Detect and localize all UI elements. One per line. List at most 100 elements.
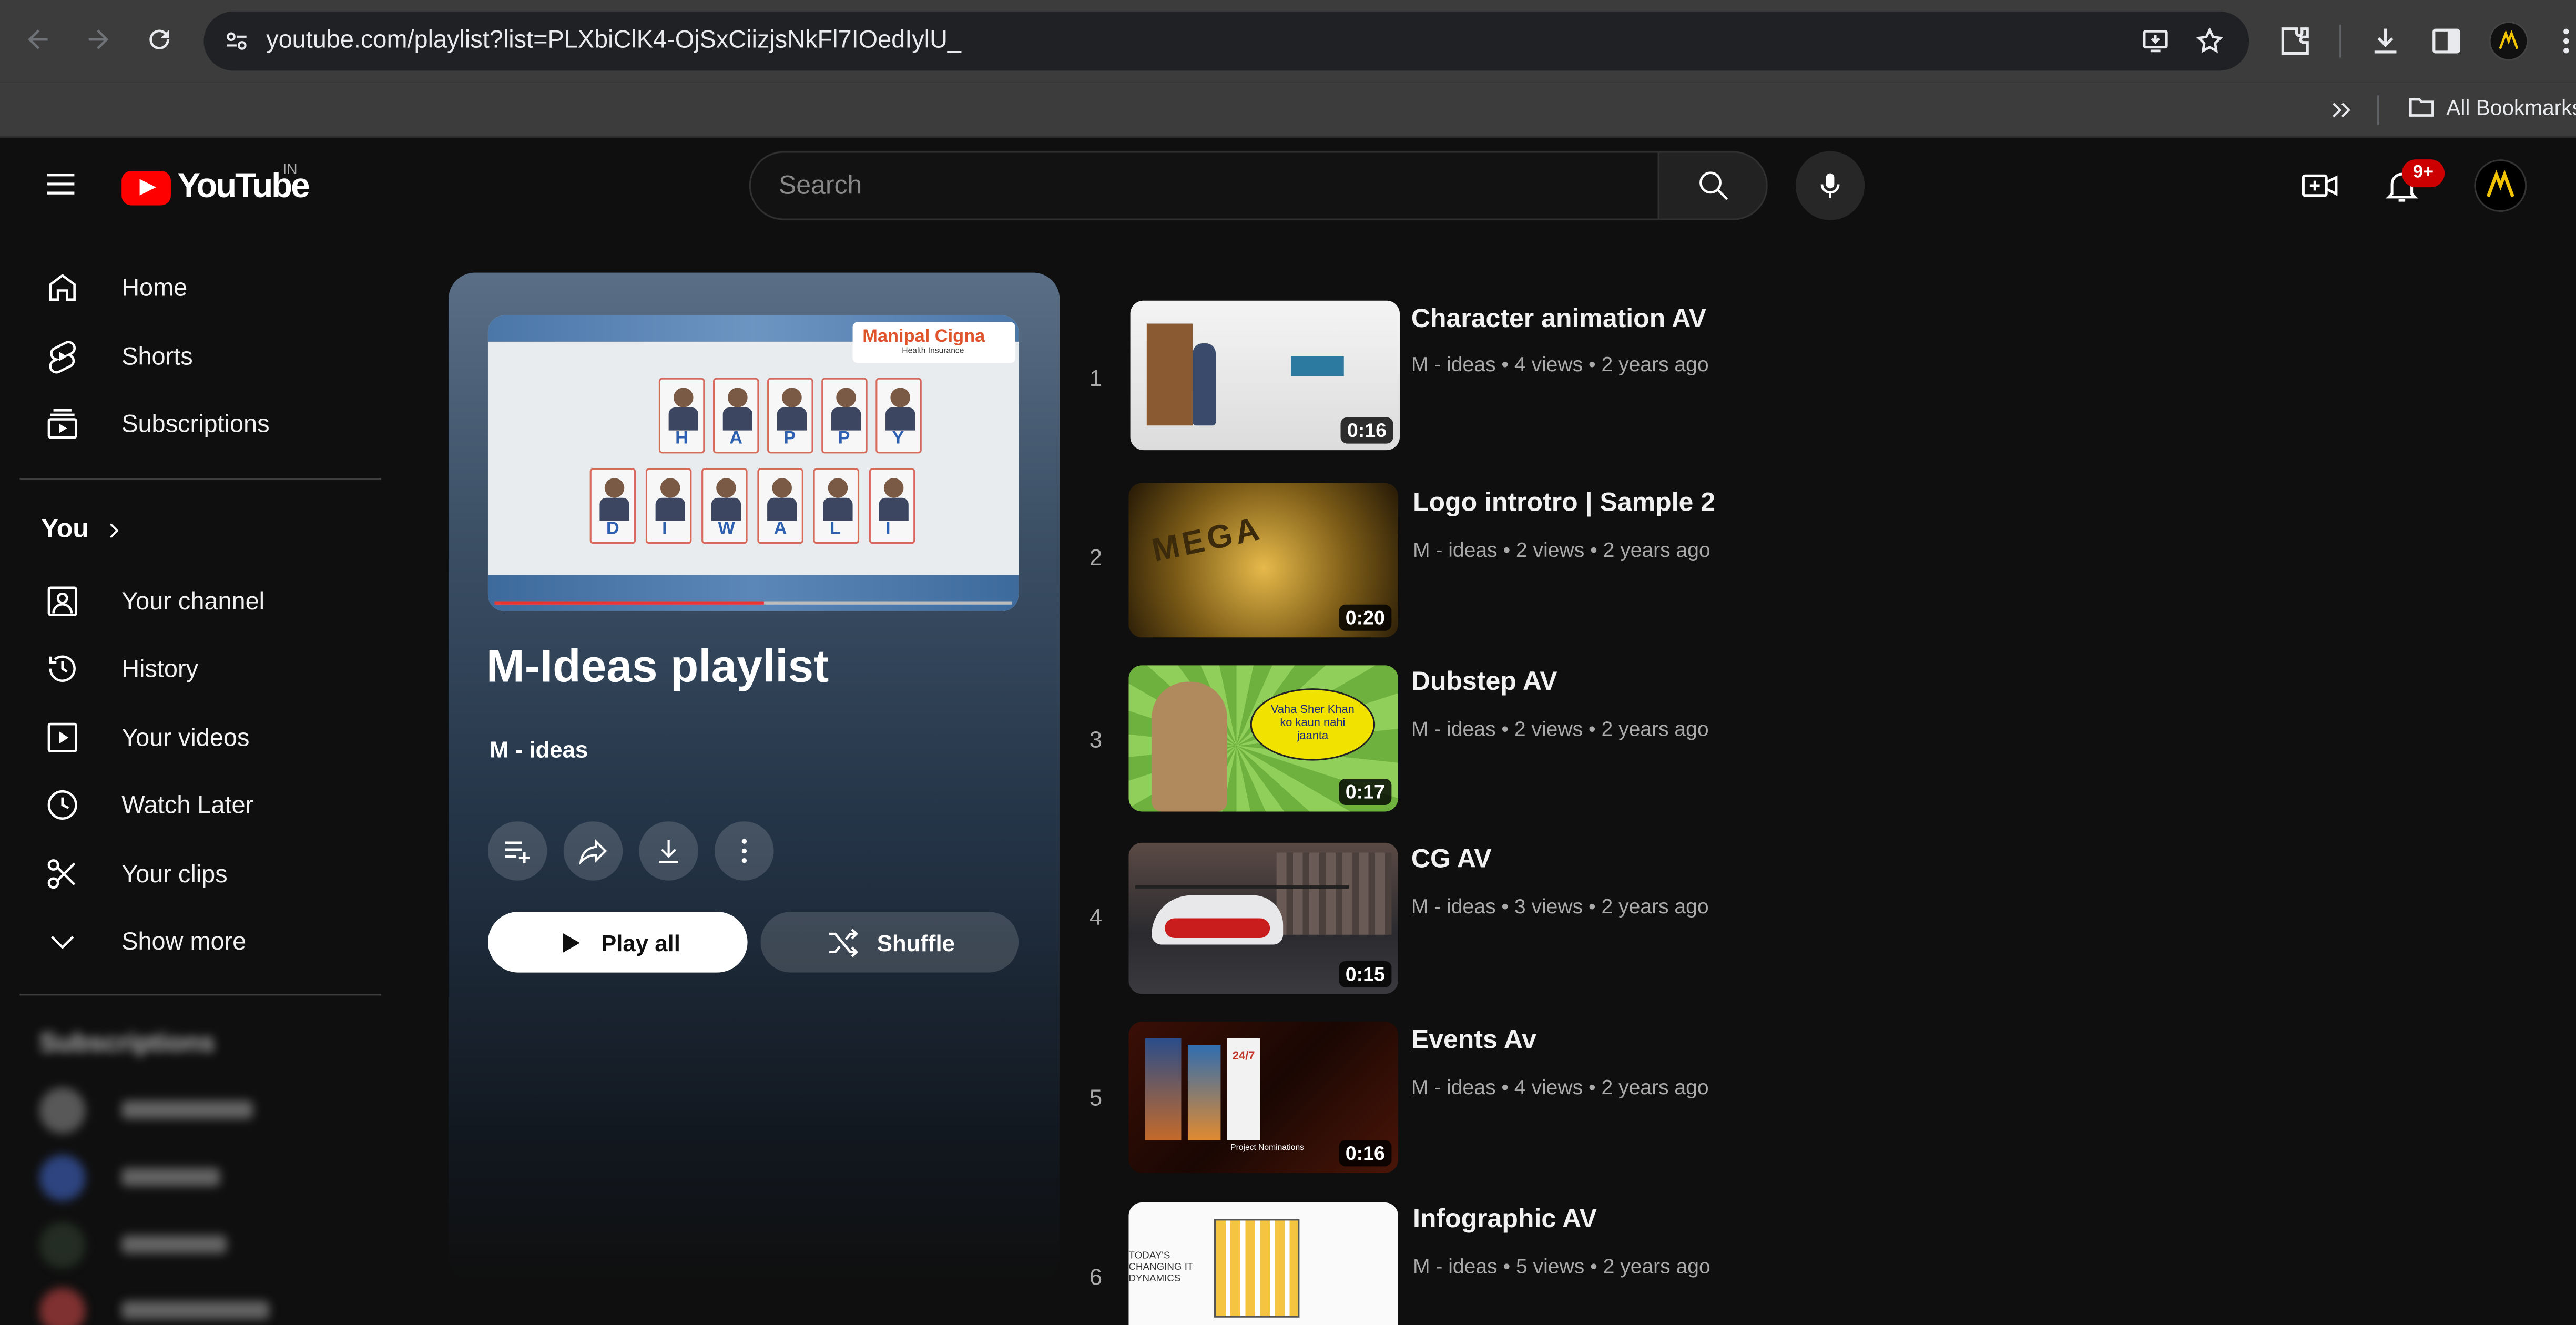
more-actions-button[interactable]	[715, 821, 774, 881]
bookmark-star-icon[interactable]	[2195, 26, 2224, 56]
play-all-button[interactable]: Play all	[487, 912, 748, 973]
create-video-icon[interactable]	[2300, 166, 2339, 206]
sidebar-item-subscriptions[interactable]: Subscriptions	[19, 391, 381, 457]
shuffle-label: Shuffle	[877, 929, 955, 955]
shuffle-button[interactable]: Shuffle	[760, 912, 1019, 973]
save-playlist-button[interactable]	[487, 821, 547, 881]
brand-subtitle: Health Insurance	[902, 346, 964, 356]
side-panel-icon[interactable]	[2430, 25, 2462, 57]
share-icon	[579, 839, 607, 865]
playlist-video-item[interactable]: 1 0:16 Character animation AV M - ideas …	[1076, 300, 2062, 465]
video-title[interactable]: Character animation AV	[1411, 305, 1706, 335]
all-bookmarks-button[interactable]: All Bookmarks	[2407, 92, 2576, 121]
avatar[interactable]	[39, 1288, 86, 1325]
sidebar-item-your-videos[interactable]: Your videos	[19, 705, 381, 770]
back-button[interactable]	[18, 19, 57, 59]
address-bar[interactable]: youtube.com/playlist?list=PLXbiClK4-OjSx…	[203, 11, 2249, 71]
install-app-icon[interactable]	[2141, 26, 2170, 56]
thumb-letter: W	[718, 519, 735, 539]
video-thumbnail[interactable]: Vaha Sher Khan ko kaun nahi jaanta 0:17	[1128, 665, 1398, 812]
region-code: IN	[282, 161, 298, 178]
thumb-bubble-text: Vaha Sher Khan ko kaun nahi jaanta	[1270, 705, 1355, 743]
playlist-video-item[interactable]: 5 24/7 Project Nominations 0:16 Events A…	[1076, 1022, 2062, 1186]
thumb-letter: H	[675, 429, 688, 449]
video-title[interactable]: Infographic AV	[1413, 1206, 1597, 1235]
thumb-letter: P	[838, 429, 850, 449]
downloads-icon[interactable]	[2369, 25, 2401, 57]
video-meta: M - ideas • 4 views • 2 years ago	[1411, 1076, 1709, 1099]
video-channel[interactable]: M - ideas	[1411, 718, 1496, 741]
playlist-owner[interactable]: M - ideas	[490, 736, 588, 762]
reload-icon	[149, 29, 169, 49]
video-index: 1	[1089, 364, 1103, 391]
video-thumbnail[interactable]: TODAY'S CHANGING IT DYNAMICS	[1128, 1202, 1398, 1325]
thumb-letter-tile: L	[813, 468, 860, 544]
thumb-letter-tile: I	[869, 468, 915, 544]
video-title[interactable]: Events Av	[1411, 1027, 1536, 1056]
search-input[interactable]: Search	[749, 151, 1659, 220]
profile-avatar[interactable]	[2489, 21, 2529, 61]
playlist-video-item[interactable]: 3 Vaha Sher Khan ko kaun nahi jaanta 0:1…	[1076, 665, 2062, 829]
thumb-letter: A	[773, 519, 787, 539]
all-bookmarks-label: All Bookmarks	[2446, 94, 2576, 119]
sidebar-item-your-channel[interactable]: Your channel	[19, 568, 381, 634]
avatar[interactable]	[39, 1222, 86, 1269]
video-index: 6	[1089, 1263, 1103, 1290]
account-avatar[interactable]	[2474, 159, 2527, 212]
thumb-letter-tile: W	[701, 468, 748, 544]
sidebar-divider	[19, 478, 381, 480]
sidebar-item-watch-later[interactable]: Watch Later	[19, 772, 381, 838]
playlist-video-item[interactable]: 2 MEGA 0:20 Logo introtro | Sample 2 M -…	[1076, 483, 2062, 647]
video-channel[interactable]: M - ideas	[1413, 1255, 1498, 1278]
sidebar-you-header[interactable]: You	[41, 516, 125, 545]
video-duration: 0:15	[1339, 961, 1392, 987]
mic-icon	[1820, 173, 1840, 198]
video-title[interactable]: CG AV	[1411, 846, 1492, 875]
video-thumbnail[interactable]: 0:16	[1130, 300, 1400, 451]
site-settings-icon[interactable]	[223, 28, 250, 54]
sidebar-item-history[interactable]: History	[19, 636, 381, 701]
video-channel[interactable]: M - ideas	[1411, 895, 1496, 919]
sidebar-item-your-clips[interactable]: Your clips	[19, 841, 381, 907]
avatar[interactable]	[39, 1087, 86, 1134]
thumb-letter: D	[606, 519, 619, 539]
extensions-icon[interactable]	[2279, 25, 2312, 57]
video-thumbnail[interactable]: 0:15	[1128, 842, 1398, 994]
url-text[interactable]: youtube.com/playlist?list=PLXbiClK4-OjSx…	[266, 26, 961, 54]
video-title[interactable]: Dubstep AV	[1411, 669, 1557, 698]
download-button[interactable]	[639, 821, 698, 881]
search-placeholder: Search	[778, 172, 862, 201]
forward-button[interactable]	[79, 19, 118, 59]
playlist-video-item[interactable]: 6 TODAY'S CHANGING IT DYNAMICS Infograph…	[1076, 1202, 2062, 1325]
video-title[interactable]: Logo introtro | Sample 2	[1413, 490, 1715, 519]
voice-search-button[interactable]	[1795, 151, 1865, 220]
avatar[interactable]	[39, 1155, 86, 1201]
thumb-rotor	[1135, 885, 1349, 889]
chrome-menu-icon[interactable]	[2557, 25, 2576, 57]
playlist-video-item[interactable]: 4 0:15 CG AV M - ideas • 3 views • 2 yea…	[1076, 842, 2062, 1007]
thumb-letter: A	[729, 429, 743, 449]
menu-icon[interactable]	[43, 166, 79, 202]
video-channel[interactable]: M - ideas	[1413, 539, 1498, 562]
video-thumbnail[interactable]: MEGA 0:20	[1128, 483, 1398, 638]
video-meta: M - ideas • 4 views • 2 years ago	[1411, 353, 1709, 376]
playlist-thumbnail[interactable]: Manipal Cigna Health Insurance H A P P Y D I W…	[487, 315, 1019, 611]
video-channel[interactable]: M - ideas	[1411, 1076, 1496, 1099]
share-button[interactable]	[563, 821, 623, 881]
sidebar-item-shorts[interactable]: Shorts	[19, 324, 381, 390]
youtube-logo[interactable]: YouTube	[121, 168, 310, 207]
video-meta: M - ideas • 2 views • 2 years ago	[1411, 718, 1709, 741]
reload-button[interactable]	[140, 19, 179, 59]
video-age: 2 years ago	[1603, 1255, 1710, 1278]
video-channel[interactable]: M - ideas	[1411, 353, 1496, 376]
thumb-banner	[1187, 1045, 1221, 1140]
channel-icon	[43, 582, 82, 621]
video-thumbnail[interactable]: 24/7 Project Nominations 0:16	[1128, 1022, 1398, 1173]
playlist-header-panel: Manipal Cigna Health Insurance H A P P Y D I W…	[448, 272, 1060, 1283]
your-videos-icon	[43, 718, 82, 757]
double-chevron-icon[interactable]	[2328, 97, 2354, 123]
sidebar-item-label: History	[121, 655, 199, 683]
search-button[interactable]	[1659, 151, 1768, 220]
sidebar-item-show-more[interactable]: Show more	[19, 909, 381, 974]
sidebar-item-home[interactable]: Home	[19, 254, 381, 320]
